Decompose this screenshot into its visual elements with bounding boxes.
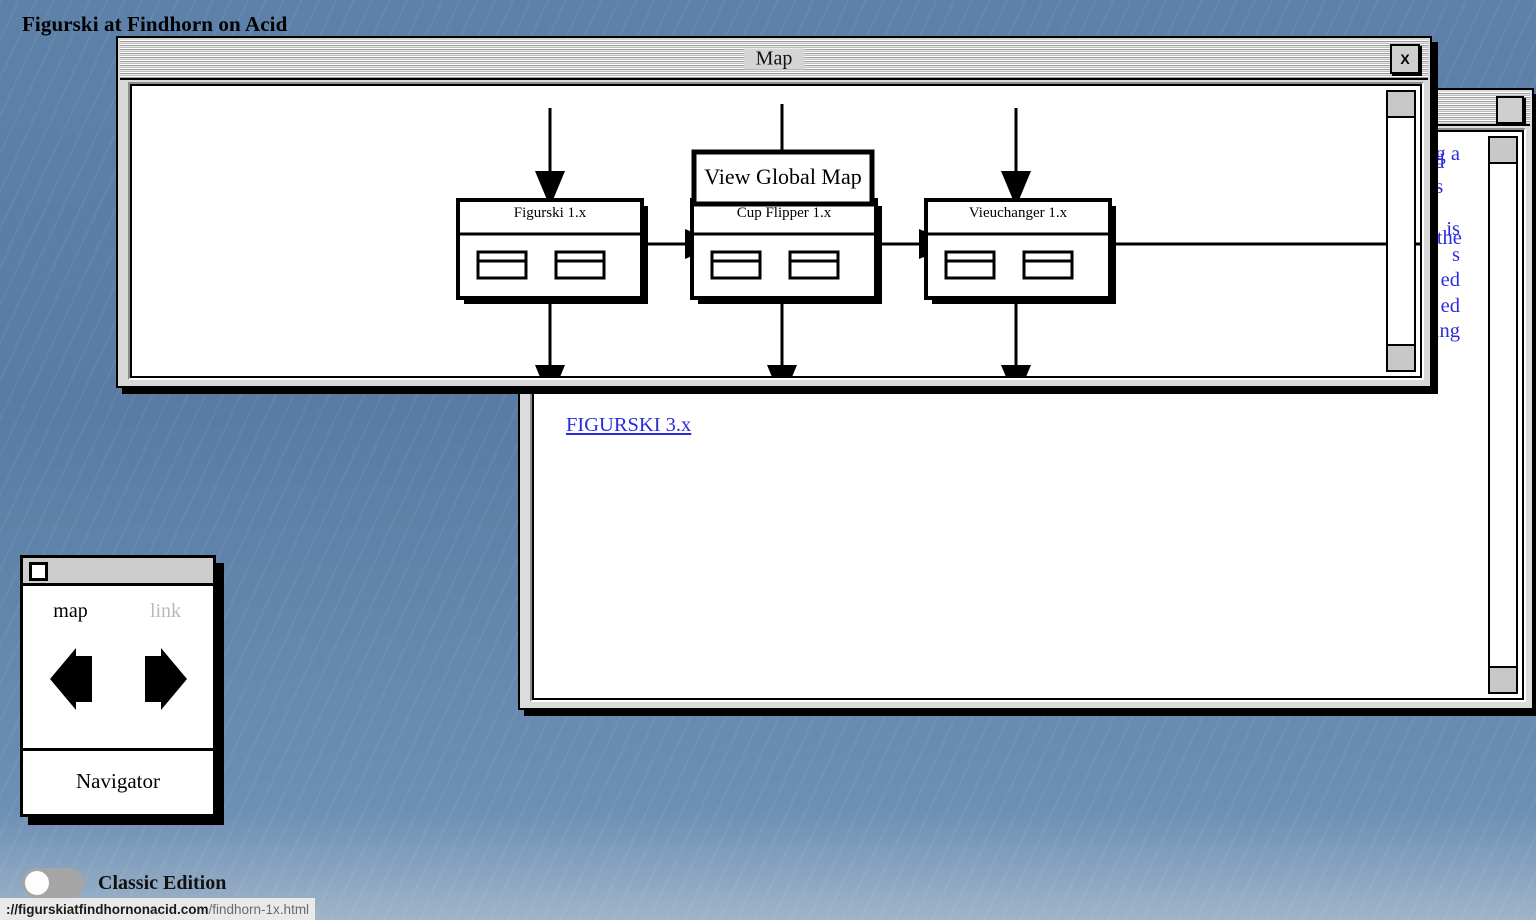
classic-edition-toggle[interactable]: [22, 868, 84, 898]
classic-edition-row: Classic Edition: [22, 868, 226, 898]
map-canvas: Figurski 1.x Cup Flipper 1.x Vieuchanger…: [130, 84, 1422, 378]
scroll-up-button[interactable]: [1388, 92, 1414, 118]
status-bar-path: /findhorn-1x.html: [208, 901, 310, 917]
node-label-vieuchanger: Vieuchanger 1.x: [968, 205, 1068, 221]
close-icon[interactable]: [29, 562, 48, 581]
map-window-title: Map: [743, 48, 805, 70]
node-label-figurski: Figurski 1.x: [513, 205, 587, 221]
map-window[interactable]: Map X Figurski 1.x Cup Flipper 1.x Vieuc…: [116, 36, 1438, 394]
prev-arrow-button[interactable]: [23, 648, 118, 710]
left-arrow-icon: [49, 648, 92, 710]
page-title: Figurski at Findhorn on Acid: [22, 12, 288, 36]
window-frame: Map X Figurski 1.x Cup Flipper 1.x Vieuc…: [116, 36, 1432, 388]
close-icon[interactable]: [1496, 96, 1524, 124]
scroll-down-button[interactable]: [1490, 666, 1516, 692]
document-vertical-scrollbar[interactable]: [1488, 136, 1518, 694]
toggle-knob: [25, 871, 49, 895]
status-bar-host: ://figurskiatfindhornonacid.com: [6, 901, 209, 917]
view-global-map-label[interactable]: View Global Map: [694, 164, 872, 190]
navigator-body: map link: [23, 586, 213, 751]
navigator-tab-map[interactable]: map: [23, 600, 118, 623]
navigator-titlebar[interactable]: [23, 558, 213, 586]
map-canvas-bevel: Figurski 1.x Cup Flipper 1.x Vieuchanger…: [128, 82, 1424, 380]
map-window-titlebar[interactable]: Map X: [120, 40, 1428, 80]
node-label-cup-flipper: Cup Flipper 1.x: [736, 205, 832, 221]
navigator-tabs: map link: [23, 600, 213, 623]
navigator-footer-label: Navigator: [76, 768, 160, 793]
window-frame: map link Navigator: [20, 555, 216, 817]
scroll-up-button[interactable]: [1490, 138, 1516, 164]
classic-edition-label: Classic Edition: [98, 871, 227, 894]
navigator-tab-link[interactable]: link: [118, 600, 213, 623]
right-arrow-icon: [144, 648, 187, 710]
scroll-down-button[interactable]: [1388, 344, 1414, 370]
close-icon[interactable]: X: [1390, 44, 1420, 74]
navigator-arrow-row: [23, 648, 213, 710]
map-vertical-scrollbar[interactable]: [1386, 90, 1416, 372]
navigator-palette[interactable]: map link Navigator: [20, 555, 224, 825]
status-bar: ://figurskiatfindhornonacid.com/findhorn…: [0, 898, 316, 920]
map-flow-diagram: Figurski 1.x Cup Flipper 1.x Vieuchanger…: [132, 86, 1420, 376]
link-figurski-3x[interactable]: FIGURSKI 3.x: [566, 413, 1464, 438]
next-arrow-button[interactable]: [118, 648, 213, 710]
